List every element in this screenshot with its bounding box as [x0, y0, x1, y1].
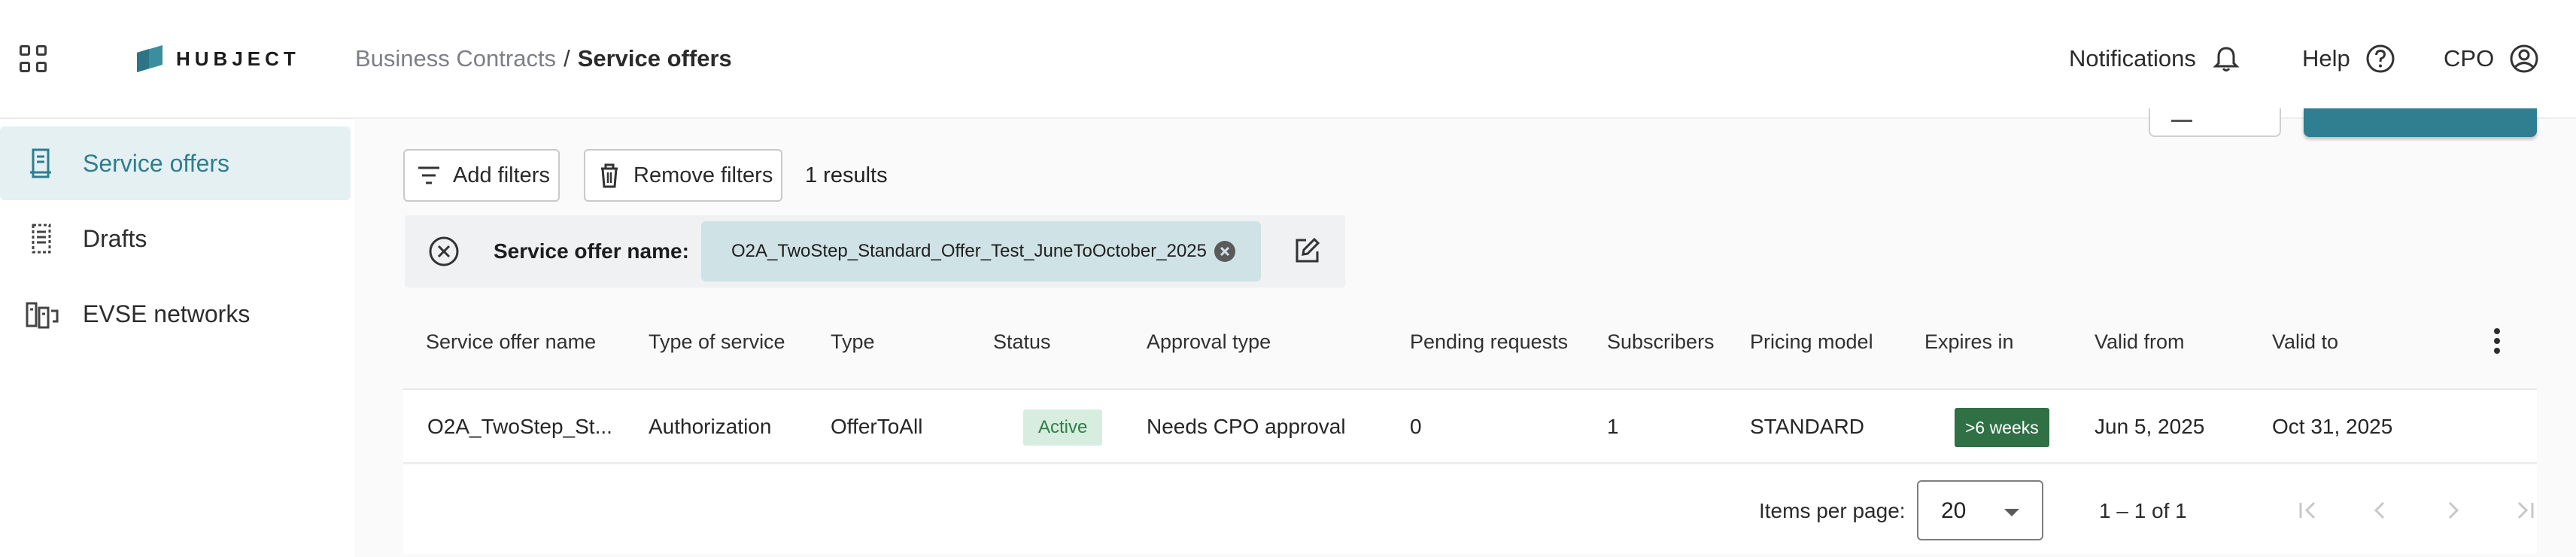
evse-network-icon [26, 302, 59, 329]
cell-type-of-service: Authorization [649, 415, 772, 438]
items-per-page-label: Items per page: [1759, 499, 1906, 522]
column-header-status[interactable]: Status [993, 328, 1051, 355]
user-role-label: CPO [2444, 45, 2495, 72]
column-header-type-of-service[interactable]: Type of service [649, 328, 785, 355]
sidebar-item-service-offers[interactable]: Service offers [0, 126, 351, 200]
column-header-valid-to[interactable]: Valid to [2272, 328, 2338, 355]
active-filter-bar: Service offer name: O2A_TwoStep_Standard… [405, 215, 1345, 288]
cell-subscribers: 1 [1607, 415, 1619, 438]
paginator: Items per page: 20 1 – 1 of 1 [403, 465, 2537, 554]
page-size-select[interactable]: 20 [1917, 480, 2043, 540]
add-filters-button[interactable]: Add filters [403, 149, 560, 202]
help-button[interactable]: Help [2302, 39, 2397, 78]
cell-pricing-model: STANDARD [1750, 415, 1864, 438]
column-options-icon[interactable] [2493, 328, 2501, 355]
account-circle-icon [2510, 44, 2538, 73]
filter-label: Service offer name: [494, 239, 689, 263]
cell-pending-requests: 0 [1410, 415, 1422, 438]
apps-grid-icon[interactable] [17, 42, 50, 75]
column-header-subscribers[interactable]: Subscribers [1607, 328, 1715, 355]
breadcrumb-parent-link[interactable]: Business Contracts [355, 44, 556, 74]
cell-valid-to: Oct 31, 2025 [2272, 415, 2393, 438]
first-page-icon[interactable] [2292, 494, 2325, 527]
bell-icon [2213, 47, 2240, 72]
trash-icon [601, 163, 618, 188]
filter-value-text: O2A_TwoStep_Standard_Offer_Test_JuneToOc… [731, 241, 1207, 261]
column-header-valid-from[interactable]: Valid from [2095, 328, 2185, 355]
next-page-icon[interactable] [2436, 494, 2469, 527]
results-count: 1 results [805, 163, 888, 187]
page-size-value: 20 [1941, 498, 1967, 523]
expires-badge: >6 weeks [1955, 408, 2049, 447]
last-page-icon[interactable] [2508, 494, 2541, 527]
document-icon [30, 148, 51, 178]
app-logo[interactable]: HUBJECT [135, 44, 300, 74]
drafts-icon [32, 224, 51, 254]
remove-filters-label: Remove filters [633, 163, 773, 187]
previous-page-icon[interactable] [2364, 494, 2397, 527]
create-offer-button[interactable] [2304, 108, 2537, 137]
column-header-pending-requests[interactable]: Pending requests [1410, 328, 1568, 355]
status-badge: Active [1023, 409, 1103, 446]
main-content: Add filters Remove filters 1 results Ser… [355, 108, 2576, 557]
column-header-service-offer-name[interactable]: Service offer name [426, 328, 596, 355]
chevron-down-icon [2004, 509, 2019, 516]
column-header-type[interactable]: Type [831, 328, 875, 355]
table-row[interactable]: O2A_TwoStep_St... Authorization OfferToA… [403, 388, 2537, 464]
help-circle-icon [2366, 44, 2395, 73]
remove-chip-icon[interactable] [1213, 239, 1237, 263]
page-range-label: 1 – 1 of 1 [2099, 499, 2187, 522]
notifications-label: Notifications [2069, 45, 2196, 72]
logo-mark-icon [137, 45, 163, 72]
logo-text: HUBJECT [176, 47, 300, 70]
filter-value-chip[interactable]: O2A_TwoStep_Standard_Offer_Test_JuneToOc… [701, 221, 1261, 282]
breadcrumb-current: Service offers [577, 45, 732, 72]
table-header: Service offer name Type of service Type … [403, 291, 2537, 387]
clear-filter-icon[interactable] [427, 235, 460, 268]
edit-filter-icon[interactable] [1291, 235, 1323, 266]
add-filters-label: Add filters [453, 163, 550, 187]
sidebar-item-evse-networks[interactable]: EVSE networks [0, 277, 351, 351]
sidebar: Service offers Drafts EVSE networks [0, 119, 355, 557]
top-header: HUBJECT Business Contracts / Service off… [0, 0, 2576, 119]
breadcrumb-separator: / [564, 45, 570, 72]
export-button[interactable] [2149, 108, 2281, 137]
remove-filters-button[interactable]: Remove filters [584, 149, 782, 202]
sidebar-item-label: EVSE networks [83, 300, 251, 327]
sidebar-item-drafts[interactable]: Drafts [0, 202, 351, 275]
column-header-expires-in[interactable]: Expires in [1924, 328, 2014, 355]
cell-approval-type: Needs CPO approval [1147, 415, 1346, 438]
cell-valid-from: Jun 5, 2025 [2095, 415, 2205, 438]
notifications-button[interactable]: Notifications [2069, 39, 2243, 78]
column-header-approval-type[interactable]: Approval type [1147, 328, 1271, 355]
breadcrumb: Business Contracts / Service offers [355, 44, 732, 74]
user-menu-button[interactable]: CPO [2444, 39, 2541, 78]
sidebar-item-label: Drafts [83, 224, 147, 252]
sidebar-item-label: Service offers [83, 149, 230, 177]
help-label: Help [2302, 45, 2350, 72]
cell-service-offer-name[interactable]: O2A_TwoStep_St... [427, 412, 612, 441]
filter-icon [418, 166, 439, 184]
cell-type: OfferToAll [831, 415, 923, 438]
column-header-pricing-model[interactable]: Pricing model [1750, 328, 1873, 355]
